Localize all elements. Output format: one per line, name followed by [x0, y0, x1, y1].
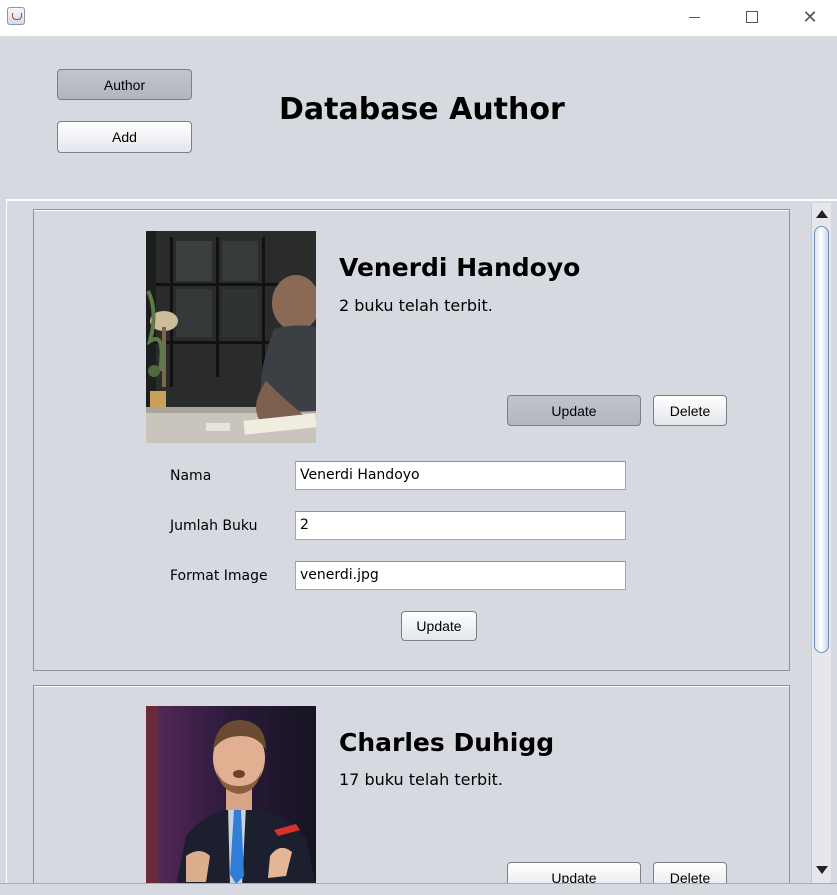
jumlah-buku-input[interactable]: 2 [295, 511, 626, 540]
java-app-icon [7, 7, 25, 25]
page-title: Database Author [279, 92, 565, 127]
author-name: Charles Duhigg [339, 728, 555, 757]
nama-label: Nama [170, 468, 212, 484]
nama-input[interactable]: Venerdi Handoyo [295, 461, 626, 490]
add-nav-button[interactable]: Add [57, 121, 192, 153]
author-photo-venerdi [146, 231, 316, 443]
author-list-scroll-pane: Venerdi Handoyo 2 buku telah terbit. Upd… [6, 199, 837, 883]
delete-button[interactable]: Delete [653, 862, 727, 883]
scroll-up-arrow-icon[interactable] [816, 210, 828, 218]
scroll-down-arrow-icon[interactable] [816, 866, 828, 874]
minimize-button[interactable] [665, 0, 723, 34]
update-button[interactable]: Update [507, 395, 641, 426]
title-bar: ✕ [0, 0, 837, 36]
vertical-scrollbar[interactable] [811, 203, 831, 883]
book-count-text: 17 buku telah terbit. [339, 770, 503, 789]
author-name: Venerdi Handoyo [339, 253, 581, 282]
close-icon: ✕ [802, 6, 818, 28]
author-card: Charles Duhigg 17 buku telah terbit. Upd… [33, 685, 790, 883]
book-count-text: 2 buku telah terbit. [339, 296, 493, 315]
maximize-button[interactable] [723, 0, 781, 34]
author-card: Venerdi Handoyo 2 buku telah terbit. Upd… [33, 209, 790, 671]
format-image-label: Format Image [170, 568, 268, 584]
update-button[interactable]: Update [507, 862, 641, 883]
form-update-button[interactable]: Update [401, 611, 477, 641]
close-button[interactable]: ✕ [781, 0, 837, 34]
author-nav-button[interactable]: Author [57, 69, 192, 100]
format-image-input[interactable]: venerdi.jpg [295, 561, 626, 590]
window-bottom-edge [0, 883, 837, 895]
maximize-icon [746, 11, 758, 23]
minimize-icon [688, 16, 700, 18]
scrollbar-thumb[interactable] [814, 226, 829, 653]
delete-button[interactable]: Delete [653, 395, 727, 426]
author-photo-charles [146, 706, 316, 883]
jumlah-buku-label: Jumlah Buku [170, 518, 258, 534]
